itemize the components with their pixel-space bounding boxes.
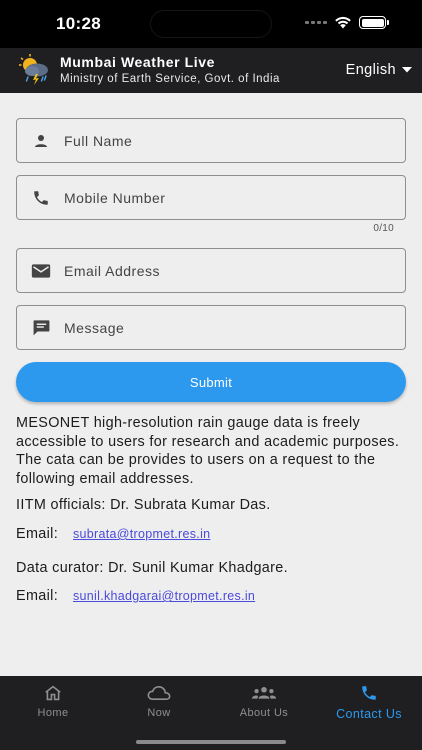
app-title: Mumbai Weather Live — [60, 54, 216, 70]
language-dropdown[interactable]: English — [346, 62, 412, 78]
home-indicator — [136, 740, 286, 744]
mobile-char-counter: 0/10 — [373, 223, 394, 234]
nav-item-now[interactable]: Now — [128, 676, 190, 734]
dropdown-arrow-icon — [402, 67, 412, 73]
email-field[interactable] — [16, 248, 406, 293]
nav-item-about-us[interactable]: About Us — [230, 676, 298, 734]
submit-button[interactable]: Submit — [16, 362, 406, 402]
wifi-icon — [335, 16, 351, 29]
battery-icon — [359, 16, 389, 29]
home-icon — [45, 685, 61, 701]
message-field[interactable] — [16, 305, 406, 350]
message-input[interactable] — [64, 319, 405, 336]
app-header: Mumbai Weather Live Ministry of Earth Se… — [0, 48, 422, 93]
status-icons — [305, 16, 389, 29]
email-link-subrata[interactable]: subrata@tropmet.res.in — [73, 525, 210, 544]
officials-text: IITM officials: Dr. Subrata Kumar Das. — [16, 497, 271, 514]
email-row-1: Email: subrata@tropmet.res.in — [16, 525, 408, 544]
email-label: Email: — [16, 525, 59, 542]
status-time: 10:28 — [56, 14, 101, 33]
email-link-sunil[interactable]: sunil.khadgarai@tropmet.res.in — [73, 587, 255, 606]
nav-label-about-us: About Us — [239, 707, 289, 719]
app-subtitle: Ministry of Earth Service, Govt. of Indi… — [60, 73, 280, 85]
full-name-input[interactable] — [64, 132, 405, 149]
email-row-2: Email: sunil.khadgarai@tropmet.res.in — [16, 587, 408, 606]
mobile-number-field[interactable] — [16, 175, 406, 220]
message-icon — [31, 318, 51, 338]
curator-text: Data curator: Dr. Sunil Kumar Khadgare. — [16, 559, 289, 576]
nav-label-contact-us: Contact Us — [336, 707, 402, 721]
person-icon — [31, 131, 51, 151]
status-bar: 10:28 — [0, 0, 422, 48]
nav-label-home: Home — [37, 707, 69, 719]
phone-icon — [362, 686, 376, 700]
data-access-paragraph: MESONET high-resolution rain gauge data … — [16, 415, 400, 487]
full-name-field[interactable] — [16, 118, 406, 163]
weather-logo-icon — [19, 54, 48, 85]
bottom-navigation: Home Now About Us Contact Us — [0, 676, 422, 750]
group-icon — [251, 686, 277, 699]
email-input[interactable] — [64, 262, 405, 279]
nav-item-home[interactable]: Home — [22, 676, 84, 734]
cellular-signal-icon — [305, 21, 327, 24]
cloud-icon — [147, 685, 171, 701]
language-label: English — [345, 62, 396, 78]
envelope-icon — [31, 261, 51, 281]
mobile-number-input[interactable] — [64, 189, 405, 206]
phone-icon — [31, 188, 51, 208]
contact-info: MESONET high-resolution rain gauge data … — [16, 414, 408, 614]
dynamic-island — [150, 10, 272, 38]
nav-label-now: Now — [147, 707, 171, 719]
nav-item-contact-us[interactable]: Contact Us — [326, 676, 412, 734]
email-label: Email: — [16, 588, 59, 605]
